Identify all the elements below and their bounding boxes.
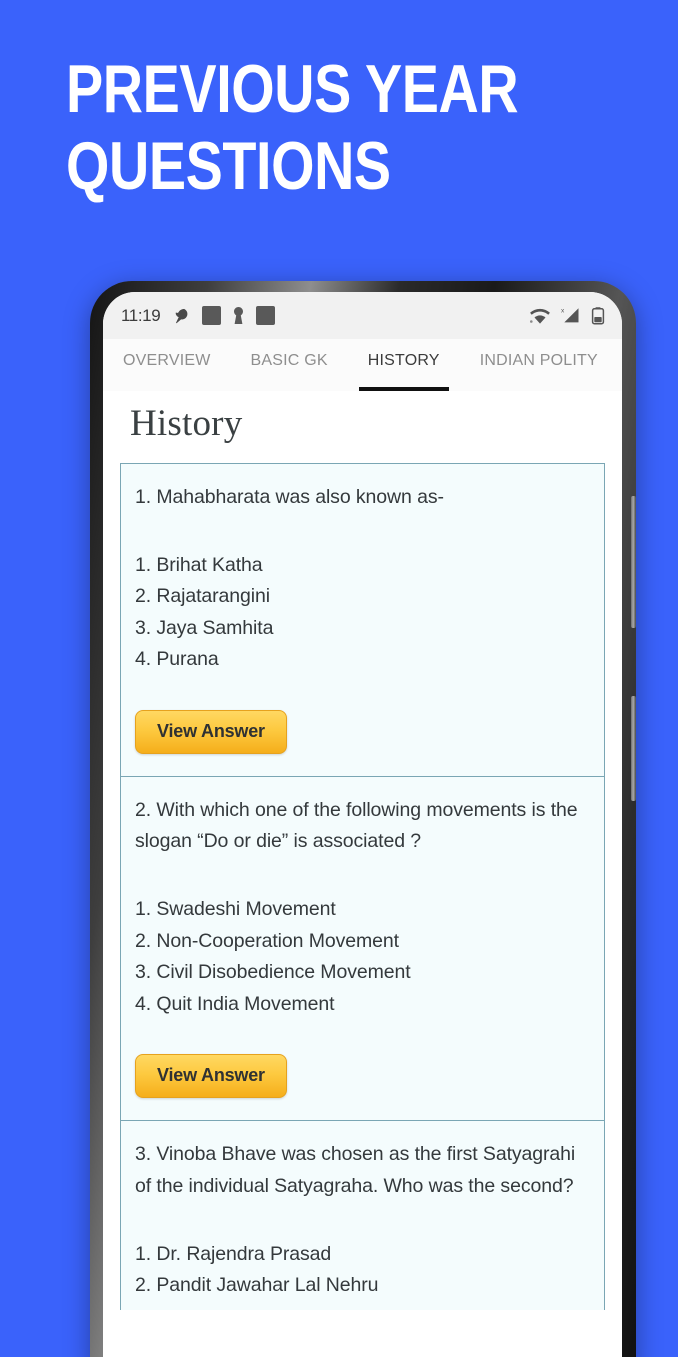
keyhole-notification-icon <box>232 306 245 326</box>
status-time: 11:19 <box>121 305 161 325</box>
view-answer-button[interactable]: View Answer <box>135 1054 287 1099</box>
option-list: 1. Dr. Rajendra Prasad 2. Pandit Jawahar… <box>135 1239 590 1302</box>
question-list-scroll-area[interactable]: History 1. Mahabharata was also known as… <box>103 391 622 1357</box>
headline-line-2: QUESTIONS <box>66 127 391 204</box>
view-answer-button[interactable]: View Answer <box>135 709 287 754</box>
headline-line-1: PREVIOUS YEAR <box>66 51 519 127</box>
status-notification-icons <box>171 306 276 326</box>
battery-icon <box>591 306 605 326</box>
page-title: PREVIOUS YEAR QUESTIONS <box>66 51 525 204</box>
app-store-screenshot: PREVIOUS YEAR QUESTIONS 11:19 x OVERVIEW… <box>0 0 678 1357</box>
option-item[interactable]: 3. Civil Disobedience Movement <box>135 957 590 989</box>
tab-basic-gk[interactable]: BASIC GK <box>231 351 348 391</box>
category-tab-bar[interactable]: OVERVIEW BASIC GK HISTORY INDIAN POLITY … <box>103 339 622 391</box>
option-item[interactable]: 3. Jaya Samhita <box>135 613 590 645</box>
tab-history[interactable]: HISTORY <box>348 351 460 391</box>
option-item[interactable]: 2. Non-Cooperation Movement <box>135 926 590 958</box>
question-text: 1. Mahabharata was also known as- <box>135 486 444 508</box>
option-item[interactable]: 4. Quit India Movement <box>135 989 590 1021</box>
question-card: 2. With which one of the following movem… <box>120 775 605 1121</box>
volume-button[interactable] <box>631 496 636 628</box>
cellular-signal-icon: x <box>560 306 582 325</box>
wifi-icon <box>529 307 551 325</box>
phone-mockup: 11:19 x OVERVIEW BASIC GK HISTORY INDIAN… <box>90 281 636 1357</box>
option-item[interactable]: 4. Purana <box>135 644 590 676</box>
option-item[interactable]: 1. Brihat Katha <box>135 550 590 582</box>
tab-indian-polity[interactable]: INDIAN POLITY <box>460 351 618 391</box>
question-card: 3. Vinoba Bhave was chosen as the first … <box>120 1120 605 1310</box>
status-bar: 11:19 x <box>103 292 622 339</box>
tab-indian[interactable]: INDIAN <box>618 351 622 391</box>
option-list: 1. Brihat Katha 2. Rajatarangini 3. Jaya… <box>135 550 590 676</box>
option-item[interactable]: 1. Dr. Rajendra Prasad <box>135 1239 590 1271</box>
question-text: 3. Vinoba Bhave was chosen as the first … <box>135 1143 576 1197</box>
tab-overview[interactable]: OVERVIEW <box>103 351 231 391</box>
phone-screen: 11:19 x OVERVIEW BASIC GK HISTORY INDIAN… <box>103 292 622 1357</box>
square-notification-icon <box>256 306 276 325</box>
option-item[interactable]: 2. Rajatarangini <box>135 581 590 613</box>
question-text: 2. With which one of the following movem… <box>135 798 578 853</box>
section-heading: History <box>130 403 243 444</box>
option-item[interactable]: 2. Pandit Jawahar Lal Nehru <box>135 1270 590 1302</box>
status-system-icons: x <box>529 306 605 326</box>
notification-glyph-icon <box>171 306 191 326</box>
power-button[interactable] <box>631 696 636 801</box>
option-item[interactable]: 1. Swadeshi Movement <box>135 894 590 926</box>
svg-text:x: x <box>561 308 565 315</box>
option-list: 1. Swadeshi Movement 2. Non-Cooperation … <box>135 894 590 1020</box>
question-card: 1. Mahabharata was also known as- 1. Bri… <box>120 463 605 776</box>
square-notification-icon <box>202 306 222 325</box>
